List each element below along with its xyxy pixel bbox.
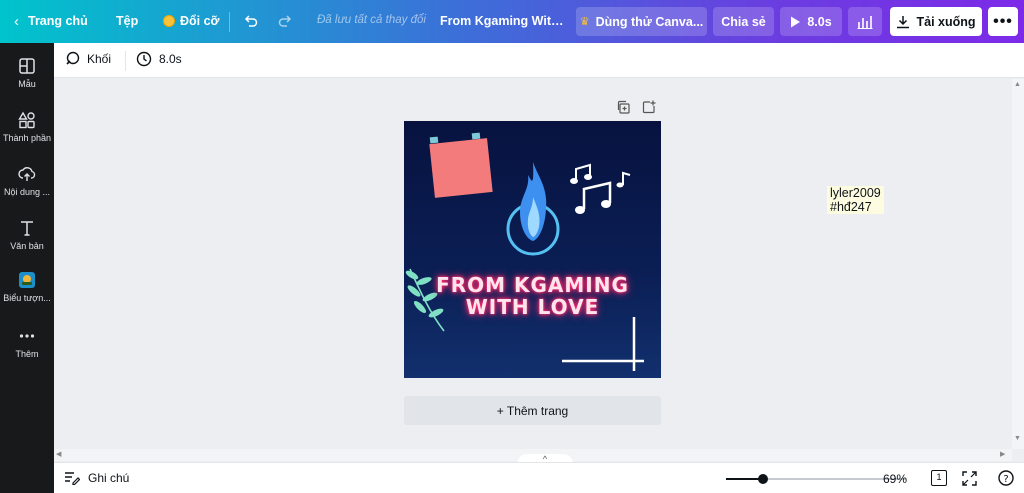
- editor-toolbar: Khối 8.0s: [54, 43, 1024, 78]
- elements-icon: [18, 111, 35, 129]
- sidebar-item-label: Thêm: [15, 349, 39, 359]
- more-horizontal-icon: •••: [993, 12, 1013, 30]
- page-actions: [616, 100, 656, 114]
- left-sidebar: Mẫu Thành phần Nội dung ... Văn bản Biểu…: [0, 43, 54, 493]
- brand-icon: [19, 272, 35, 288]
- sidebar-item-text[interactable]: Văn bản: [0, 215, 54, 267]
- shape-tool-button[interactable]: Khối: [65, 51, 111, 66]
- scroll-right-icon[interactable]: ▶: [1000, 450, 1005, 458]
- sidebar-item-elements[interactable]: Thành phần: [0, 107, 54, 159]
- home-button[interactable]: ‹ Trang chủ: [14, 6, 88, 36]
- timing-button[interactable]: 8.0s: [136, 51, 182, 67]
- resize-label: Đổi cỡ: [180, 14, 220, 28]
- crown-coin-icon: [163, 15, 175, 27]
- zoom-slider[interactable]: [726, 474, 906, 484]
- zoom-percentage[interactable]: 69%: [883, 472, 907, 486]
- share-label: Chia sẻ: [721, 14, 766, 29]
- chevron-left-icon: ‹: [14, 12, 19, 30]
- play-duration: 8.0s: [807, 14, 832, 29]
- notes-icon: [65, 472, 80, 485]
- design-page[interactable]: FROM KGAMING WITH LOVE: [404, 121, 661, 378]
- sidebar-item-label: Mẫu: [18, 79, 36, 89]
- try-pro-button[interactable]: ♛ Dùng thử Canva...: [576, 7, 707, 36]
- timing-label: 8.0s: [159, 52, 182, 66]
- page-count-number: 1: [936, 472, 942, 482]
- redo-icon: [278, 15, 292, 27]
- notes-label: Ghi chú: [88, 471, 130, 485]
- sidebar-item-uploads[interactable]: Nội dung ...: [0, 161, 54, 213]
- corner-lines-graphic[interactable]: [560, 315, 650, 373]
- layout-icon: [19, 58, 35, 74]
- document-title[interactable]: From Kgaming With L...: [440, 14, 565, 28]
- resize-button[interactable]: Đổi cỡ: [163, 6, 219, 36]
- clock-icon: [136, 51, 152, 67]
- more-options-button[interactable]: •••: [988, 7, 1018, 36]
- undo-icon: [244, 15, 258, 27]
- sticky-note-graphic[interactable]: [426, 131, 496, 199]
- fullscreen-icon[interactable]: [962, 471, 977, 486]
- more-icon: [19, 334, 35, 338]
- bottom-bar: Ghi chú 69% 1 ?: [54, 462, 1024, 493]
- scroll-up-icon[interactable]: ▲: [1014, 81, 1021, 88]
- insights-button[interactable]: [848, 7, 882, 36]
- download-icon: [897, 15, 910, 28]
- save-status: Đã lưu tất cả thay đổi: [317, 14, 426, 26]
- comment-note[interactable]: lyler2009 #hđ247: [827, 186, 884, 214]
- shape-label: Khối: [87, 51, 112, 66]
- sidebar-item-label: Văn bản: [10, 241, 44, 251]
- sidebar-item-templates[interactable]: Mẫu: [0, 53, 54, 105]
- crown-icon: ♛: [579, 16, 590, 28]
- shape-icon: [66, 51, 80, 65]
- file-label: Tệp: [116, 14, 139, 28]
- try-pro-label: Dùng thử Canva...: [595, 14, 704, 29]
- undo-button[interactable]: [243, 6, 259, 36]
- comment-note-line2: #hđ247: [830, 200, 872, 214]
- toolbar-divider: [125, 51, 126, 71]
- add-page-icon[interactable]: [642, 100, 656, 114]
- page-count-button[interactable]: 1: [931, 470, 947, 486]
- sidebar-item-label: Thành phần: [2, 133, 52, 143]
- vertical-scrollbar[interactable]: ▲ ▼: [1012, 79, 1024, 449]
- download-label: Tải xuống: [916, 14, 976, 29]
- sidebar-item-logos[interactable]: Biểu tượn...: [0, 267, 54, 319]
- design-heading-line1[interactable]: FROM KGAMING: [404, 273, 661, 297]
- header-divider: [229, 12, 230, 32]
- zoom-slider-handle[interactable]: [757, 474, 768, 484]
- sidebar-item-label: Nội dung ...: [3, 187, 51, 197]
- play-icon: [791, 16, 801, 27]
- scroll-down-icon[interactable]: ▼: [1014, 435, 1021, 442]
- sidebar-item-label: Biểu tượn...: [3, 293, 51, 303]
- duplicate-page-icon[interactable]: [616, 100, 630, 114]
- comment-note-line1: lyler2009: [830, 186, 881, 200]
- text-icon: [21, 221, 33, 236]
- file-menu-button[interactable]: Tệp: [116, 6, 138, 36]
- download-button[interactable]: Tải xuống: [890, 7, 982, 36]
- help-icon[interactable]: ?: [998, 470, 1014, 486]
- play-button[interactable]: 8.0s: [780, 7, 842, 36]
- scroll-left-icon[interactable]: ◀: [56, 450, 61, 458]
- add-page-button[interactable]: + Thêm trang: [404, 396, 661, 425]
- share-button[interactable]: Chia sẻ: [713, 7, 774, 36]
- top-header: ‹ Trang chủ Tệp Đổi cỡ Đã lưu tất cả tha…: [0, 0, 1024, 43]
- svg-text:?: ?: [1003, 474, 1008, 485]
- home-label: Trang chủ: [28, 14, 88, 28]
- upload-icon: [18, 167, 36, 181]
- redo-button[interactable]: [277, 6, 293, 36]
- flame-icon[interactable]: [504, 157, 562, 257]
- sidebar-item-more[interactable]: Thêm: [0, 323, 54, 375]
- notes-button[interactable]: Ghi chú: [64, 471, 129, 485]
- bar-chart-icon: [857, 15, 873, 29]
- music-notes-icon[interactable]: [568, 163, 634, 217]
